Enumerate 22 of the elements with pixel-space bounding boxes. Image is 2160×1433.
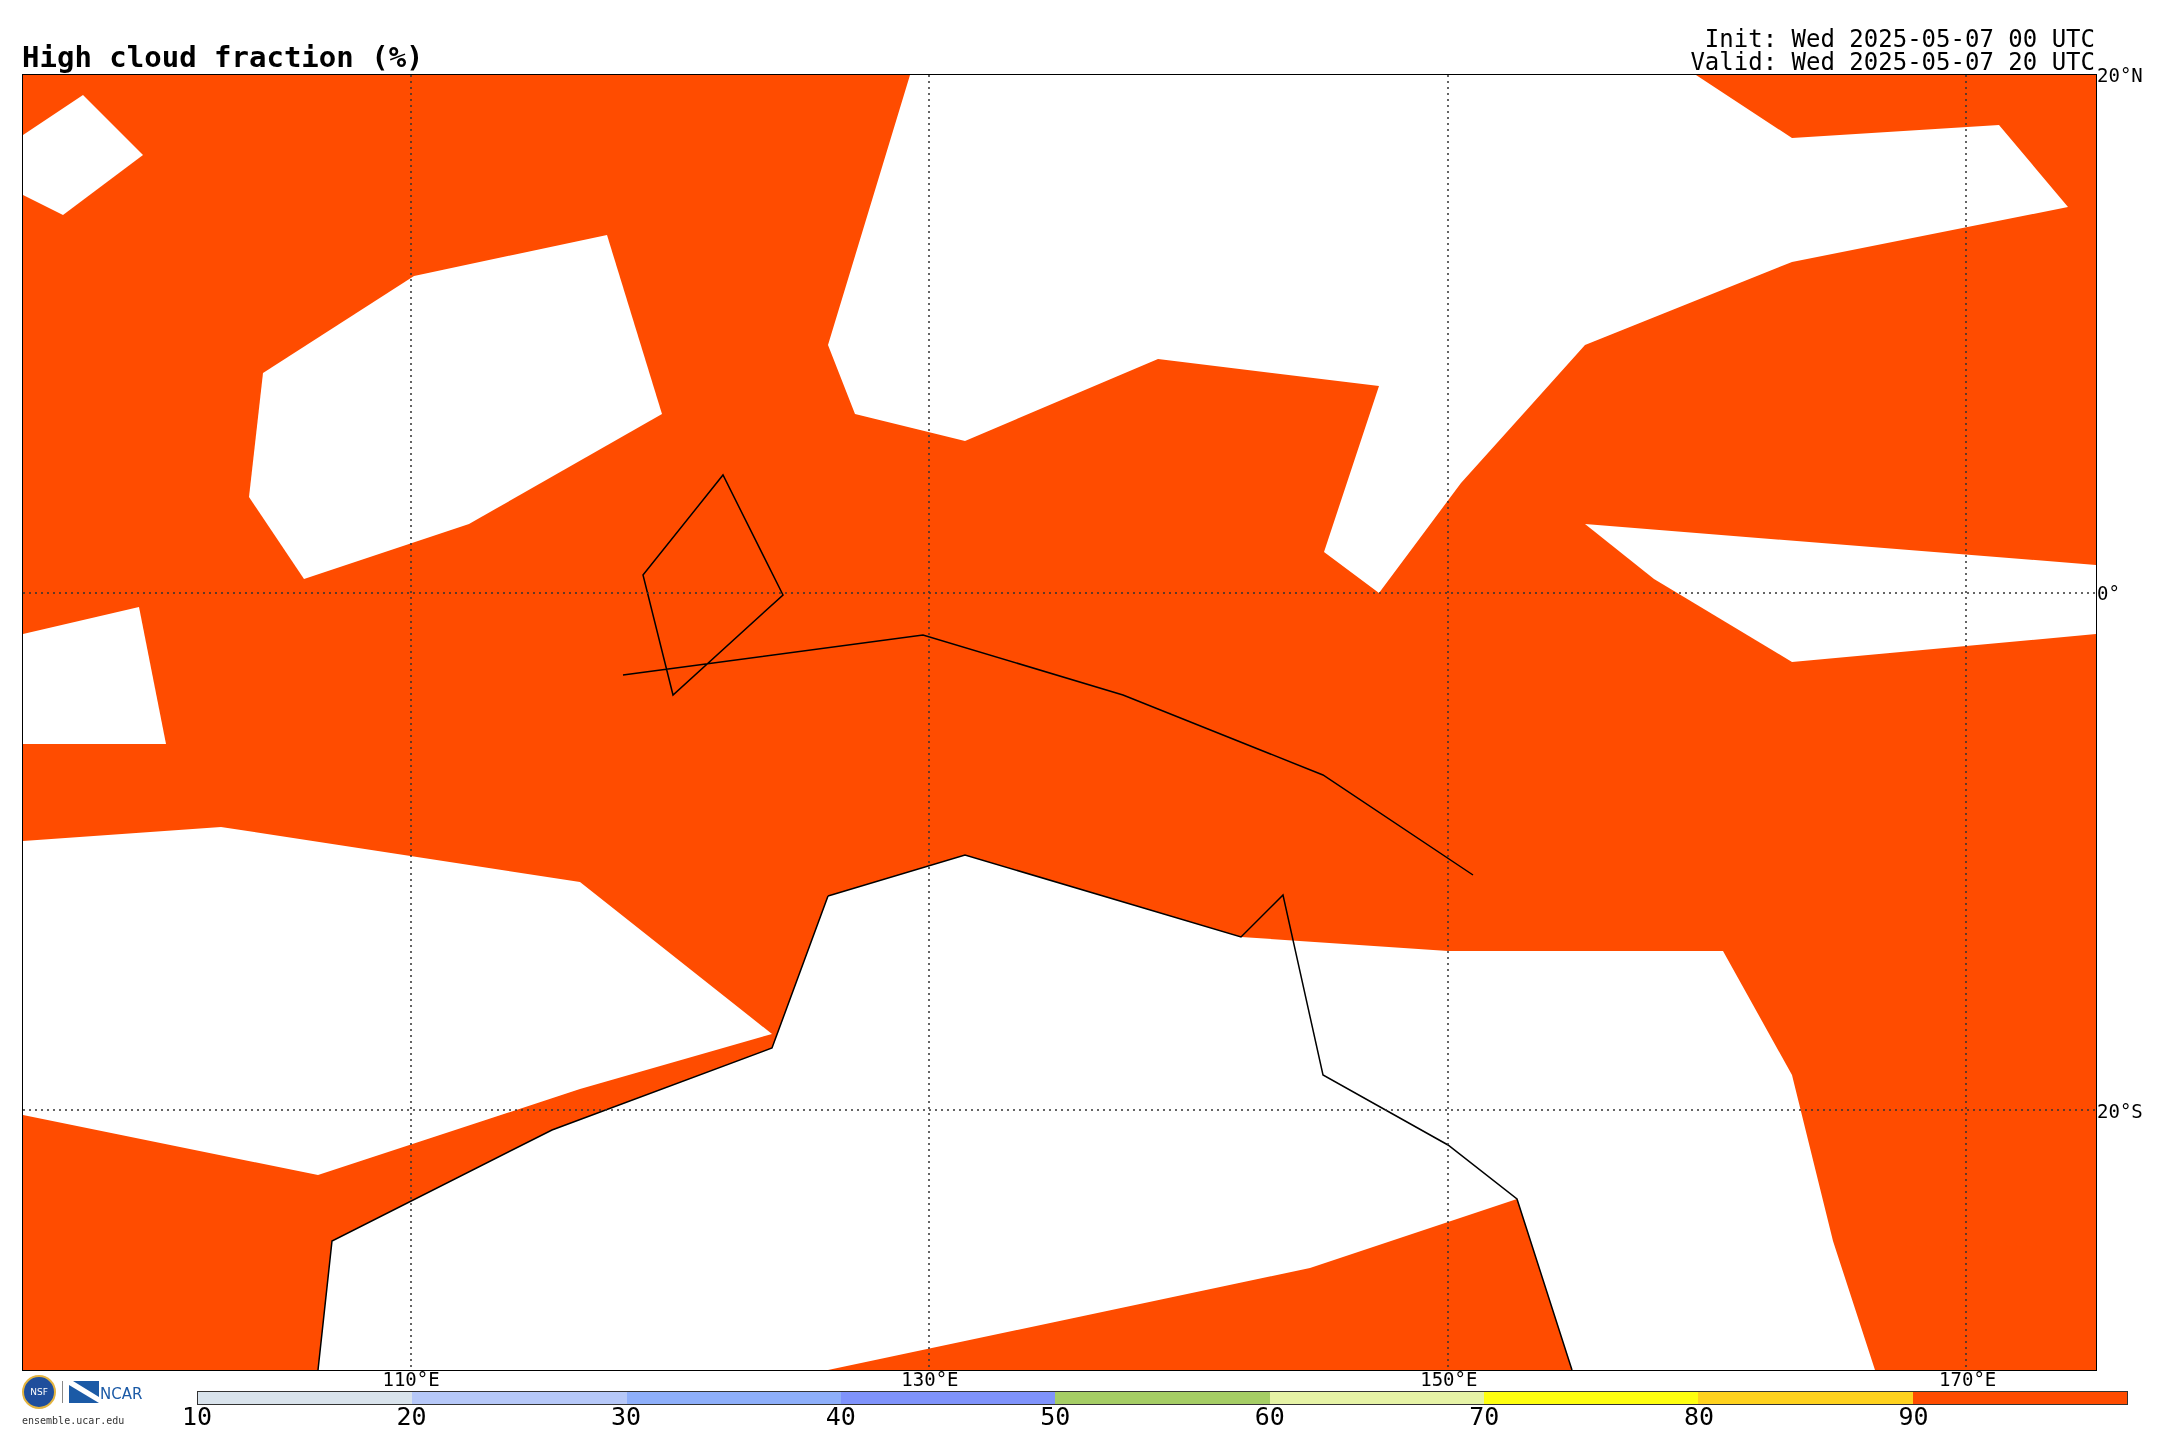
- latitude-label: 20°S: [2096, 1101, 2143, 1121]
- seal-logo: NSF: [22, 1375, 56, 1409]
- init-time: Init: Wed 2025-05-07 00 UTC: [1704, 28, 2095, 51]
- ncar-logo: NCAR: [62, 1381, 143, 1403]
- colorbar-tick-label: 50: [1040, 1405, 1071, 1429]
- valid-time: Valid: Wed 2025-05-07 20 UTC: [1690, 51, 2095, 74]
- chart-title: High cloud fraction (%): [22, 40, 424, 74]
- longitude-label: 110°E: [382, 1370, 440, 1388]
- longitude-label: 130°E: [901, 1370, 959, 1388]
- colorbar-tick-label: 30: [611, 1405, 642, 1429]
- colorbar-tick-label: 70: [1469, 1405, 1500, 1429]
- colorbar-tick-label: 60: [1254, 1405, 1285, 1429]
- colorbar-tick-label: 10: [181, 1405, 213, 1429]
- colorbar-tick-label: 40: [825, 1405, 856, 1429]
- longitude-label: 150°E: [1420, 1370, 1478, 1388]
- latitude-label: 20°N: [2096, 65, 2143, 85]
- colorbar-tick-label: 90: [1898, 1405, 1929, 1429]
- website-url: ensemble.ucar.edu: [22, 1415, 125, 1426]
- colorbar-tick-label: 80: [1683, 1405, 1714, 1429]
- colorbar-tick-label: 20: [396, 1405, 427, 1429]
- longitude-label: 170°E: [1939, 1370, 1997, 1388]
- latitude-label: 0°: [2096, 583, 2120, 603]
